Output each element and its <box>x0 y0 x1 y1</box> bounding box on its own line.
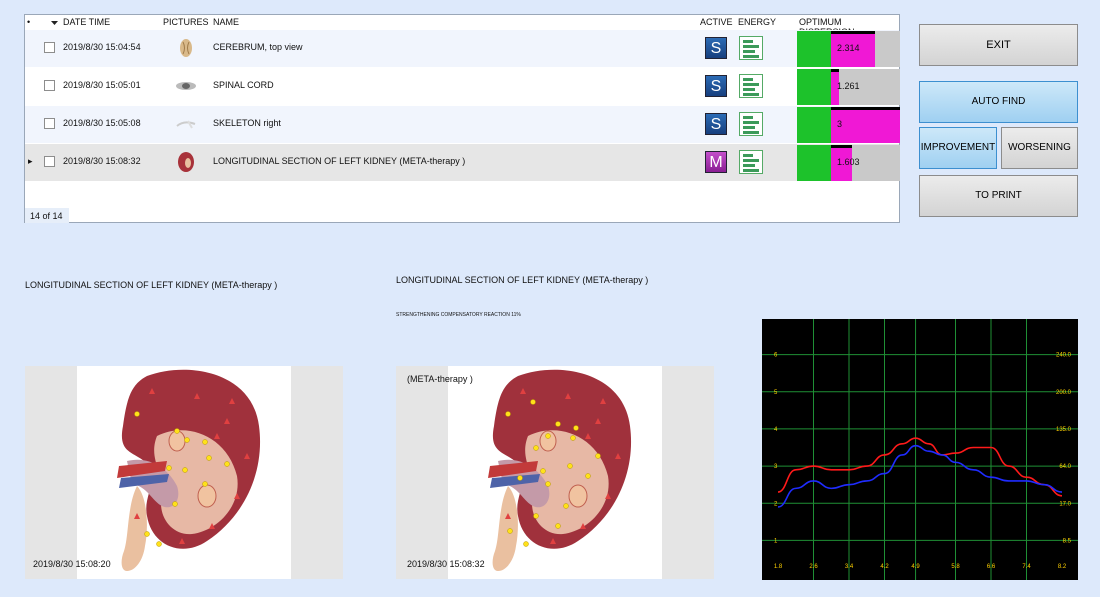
dispersion-black-marker <box>831 31 875 34</box>
row-picture-thumbnail <box>178 152 194 172</box>
dispersion-green-segment <box>797 31 831 67</box>
chart-x-tick-label: 2.6 <box>809 564 818 570</box>
chart-y-right-tick-label: 64.0 <box>1059 464 1071 470</box>
chart-x-tick-label: 4.9 <box>911 564 920 570</box>
chart-x-tick-label: 4.2 <box>880 564 889 570</box>
column-header-energy[interactable]: ENERGY <box>738 17 776 27</box>
right-kidney-panel: (META-therapy ) 2019/8/30 15:08:32 <box>396 366 714 579</box>
chart-x-tick-label: 1.8 <box>774 564 783 570</box>
row-name: SKELETON right <box>213 118 281 128</box>
dispersion-green-segment <box>797 107 831 143</box>
kidney-illustration-left <box>117 369 261 571</box>
row-checkbox[interactable] <box>44 80 55 91</box>
row-picture-thumbnail <box>180 39 192 57</box>
chart-y-right-tick-label: 200.0 <box>1056 390 1072 396</box>
row-date-time: 2019/8/30 15:08:32 <box>63 156 141 166</box>
to-print-button[interactable]: TO PRINT <box>919 175 1078 217</box>
chart-y-right-tick-label: 17.0 <box>1059 501 1071 507</box>
table-row[interactable]: 2019/8/30 15:04:54 CEREBRUM, top view S 2.3… <box>25 30 900 67</box>
dispersion-green-segment <box>797 69 831 105</box>
left-kidney-panel: 2019/8/30 15:08:20 <box>25 366 343 579</box>
right-kidney-frame <box>448 366 662 579</box>
chart-y-right-tick-label: 8.5 <box>1063 538 1072 544</box>
row-energy-icon[interactable] <box>739 74 763 98</box>
table-row[interactable]: 2019/8/30 15:05:01 SPINAL CORD S 1.261 <box>25 68 900 105</box>
compensatory-reaction-note: STRENGTHENING COMPENSATORY REACTION 11% <box>396 312 521 318</box>
row-active-badge[interactable]: S <box>705 75 727 97</box>
exit-button[interactable]: EXIT <box>919 24 1078 66</box>
row-name: CEREBRUM, top view <box>213 42 303 52</box>
chart-y-left-tick-label: 2 <box>774 501 778 507</box>
column-header-pictures[interactable]: PICTURES <box>163 17 209 27</box>
chart-y-left-tick-label: 5 <box>774 390 778 396</box>
row-picture-thumbnail <box>176 82 196 90</box>
worsening-button[interactable]: WORSENING <box>1001 127 1078 169</box>
table-row[interactable]: 2019/8/30 15:05:08 SKELETON right S 3 <box>25 106 900 143</box>
improvement-button[interactable]: IMPROVEMENT <box>919 127 997 169</box>
column-header-name[interactable]: NAME <box>213 17 239 27</box>
dispersion-value: 3 <box>837 119 843 129</box>
record-counter: 14 of 14 <box>25 208 69 223</box>
chart-y-left-tick-label: 1 <box>774 538 778 544</box>
row-dispersion-bar: 2.314 <box>797 31 900 67</box>
row-dispersion-bar: 1.261 <box>797 69 900 105</box>
chart-x-tick-label: 7.4 <box>1022 564 1031 570</box>
chart-x-tick-label: 6.6 <box>987 564 996 570</box>
chart-y-left-tick-label: 6 <box>774 353 778 359</box>
row-dispersion-bar: 1.603 <box>797 145 900 181</box>
right-panel-title: LONGITUDINAL SECTION OF LEFT KIDNEY (MET… <box>396 275 649 285</box>
column-header-date-time[interactable]: DATE TIME <box>63 17 110 27</box>
row-active-badge[interactable]: S <box>705 37 727 59</box>
left-panel-title: LONGITUDINAL SECTION OF LEFT KIDNEY (MET… <box>25 280 278 290</box>
chart-x-tick-label: 3.4 <box>845 564 854 570</box>
chart-y-right-tick-label: 135.0 <box>1056 427 1072 433</box>
column-header-active[interactable]: ACTIVE <box>700 17 733 27</box>
kidney-illustration-right <box>488 369 632 571</box>
row-checkbox[interactable] <box>44 118 55 129</box>
row-date-time: 2019/8/30 15:05:01 <box>63 80 141 90</box>
row-date-time: 2019/8/30 15:04:54 <box>63 42 141 52</box>
row-name: SPINAL CORD <box>213 80 274 90</box>
row-picture-thumbnail <box>176 120 196 129</box>
row-checkbox[interactable] <box>44 42 55 53</box>
row-energy-icon[interactable] <box>739 112 763 136</box>
right-panel-image-caption: (META-therapy ) <box>407 374 473 384</box>
dispersion-black-marker <box>831 69 839 72</box>
dispersion-black-marker <box>831 145 852 148</box>
row-energy-icon[interactable] <box>739 150 763 174</box>
dispersion-black-marker <box>831 107 900 110</box>
row-active-badge[interactable]: S <box>705 113 727 135</box>
row-active-badge[interactable]: M <box>705 151 727 173</box>
header-row-marker: • <box>27 17 31 27</box>
chart-y-left-tick-label: 3 <box>774 464 778 470</box>
spectrum-chart: 1.8 2.6 3.4 4.2 4.9 5.8 6.6 7.4 8.2 1 2 3 4 5 6 8.5 17.0… <box>762 319 1078 580</box>
current-row-marker: ▸ <box>28 156 33 166</box>
chart-canvas: 1.8 2.6 3.4 4.2 4.9 5.8 6.6 7.4 8.2 1 2 3 4 5 6 8.5 17.0… <box>762 319 1078 580</box>
dispersion-value: 2.314 <box>837 43 860 53</box>
chart-series-blue-line <box>777 444 1063 508</box>
dispersion-green-segment <box>797 145 831 181</box>
results-grid: • DATE TIME PICTURES NAME ACTIVE ENERGY … <box>24 14 900 223</box>
row-energy-icon[interactable] <box>739 36 763 60</box>
left-panel-timestamp: 2019/8/30 15:08:20 <box>33 559 111 569</box>
chart-y-left-tick-label: 4 <box>774 427 778 433</box>
chart-x-tick-label: 5.8 <box>951 564 960 570</box>
grid-header: • DATE TIME PICTURES NAME ACTIVE ENERGY … <box>25 15 899 37</box>
row-dispersion-bar: 3 <box>797 107 900 143</box>
record-count-label: 14 of 14 <box>30 211 63 221</box>
dispersion-value: 1.603 <box>837 157 860 167</box>
auto-find-button[interactable]: AUTO FIND <box>919 81 1078 123</box>
chart-x-tick-label: 8.2 <box>1058 564 1067 570</box>
right-panel-timestamp: 2019/8/30 15:08:32 <box>407 559 485 569</box>
dispersion-value: 1.261 <box>837 81 860 91</box>
sort-dropdown-icon[interactable] <box>51 18 58 28</box>
row-checkbox[interactable] <box>44 156 55 167</box>
table-row[interactable]: ▸ 2019/8/30 15:08:32 LONGITUDINAL SECTION … <box>25 144 900 181</box>
left-kidney-frame <box>77 366 291 579</box>
chart-y-right-tick-label: 240.0 <box>1056 353 1072 359</box>
row-date-time: 2019/8/30 15:05:08 <box>63 118 141 128</box>
row-name: LONGITUDINAL SECTION OF LEFT KIDNEY (MET… <box>213 156 466 166</box>
